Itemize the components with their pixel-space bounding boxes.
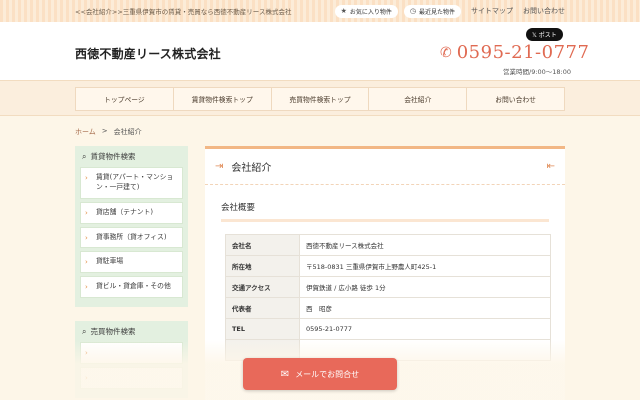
row-value: 伊賀鉄道 / 広小路 徒歩 1分 — [299, 276, 551, 298]
row-key: TEL — [225, 318, 300, 340]
page-heading: ⇥ 会社紹介 ⇤ — [205, 149, 565, 185]
business-hours: 営業時間/9:00～18:00 — [503, 68, 572, 76]
site-tagline: <<会社紹介>>三重県伊賀市の賃貸・売買なら西徳不動産リース株式会社 — [75, 8, 292, 16]
x-icon: 𝕏 — [532, 32, 539, 39]
nav-sale-search[interactable]: 売買物件検索トップ — [270, 87, 369, 111]
row-value: 西徳不動産リース株式会社 — [299, 234, 551, 256]
contact-link[interactable]: お問い合わせ — [523, 6, 565, 16]
favorites-button[interactable]: ★ お気に入り物件 — [334, 4, 398, 18]
table-row: TEL 0595-21-0777 — [225, 318, 551, 340]
top-links: ★ お気に入り物件 ◷ 最近見た物件 サイトマップ お問い合わせ — [334, 4, 565, 18]
heading-left-icon: ⇥ — [215, 161, 224, 172]
sidebar-item-rent-parking[interactable]: › 貸駐車場 — [80, 251, 183, 274]
nav-company[interactable]: 会社紹介 — [368, 87, 467, 111]
nav-top[interactable]: トップページ — [75, 87, 173, 111]
arrow-right-icon: › — [85, 233, 88, 242]
nav-contact[interactable]: お問い合わせ — [466, 87, 565, 111]
rent-search-box: ⌕ 賃貸物件検索 › 賃貸(アパート・マンション・一戸建て) › 貸店舗（テナント) … — [75, 146, 188, 308]
row-key: 会社名 — [225, 234, 300, 256]
table-row: 会社名 西徳不動産リース株式会社 — [225, 234, 551, 256]
star-icon: ★ — [340, 7, 347, 15]
sidebar-item-rent-residential[interactable]: › 賃貸(アパート・マンション・一戸建て) — [80, 167, 183, 199]
mail-contact-button[interactable]: ✉ メールでお問合せ — [243, 358, 397, 390]
clock-icon: ◷ — [409, 7, 416, 15]
company-logo[interactable]: 西徳不動産リース株式会社 — [75, 45, 221, 62]
arrow-right-icon: › — [85, 208, 88, 217]
breadcrumb: ホーム > 会社紹介 — [75, 127, 142, 137]
section-title: 会社概要 — [221, 201, 549, 222]
global-nav: トップページ 賃貸物件検索トップ 売買物件検索トップ 会社紹介 お問い合わせ — [0, 80, 640, 116]
arrow-right-icon: › — [85, 283, 88, 292]
row-value: 0595-21-0777 — [299, 318, 551, 340]
heading-right-icon: ⇤ — [546, 161, 555, 172]
row-key: 所在地 — [225, 255, 300, 277]
sidebar-item-rent-other[interactable]: › 貸ビル・貸倉庫・その他 — [80, 276, 183, 299]
table-row: 代表者西 昭彦 — [225, 297, 551, 319]
table-row: 所在地 〒518-0831 三重県伊賀市上野農人町425-1 — [225, 255, 551, 277]
row-value: 〒518-0831 三重県伊賀市上野農人町425-1 — [299, 255, 551, 277]
breadcrumb-separator: > — [101, 127, 108, 135]
row-key: 代表者 — [225, 297, 300, 319]
top-bar: <<会社紹介>>三重県伊賀市の賃貸・売買なら西徳不動産リース株式会社 ★ お気に入… — [0, 0, 640, 22]
nav-rent-search[interactable]: 賃貸物件検索トップ — [172, 87, 271, 111]
breadcrumb-home[interactable]: ホーム — [75, 127, 96, 137]
row-value: 西 昭彦 — [299, 297, 551, 319]
table-row: 交通アクセス 伊賀鉄道 / 広小路 徒歩 1分 — [225, 276, 551, 298]
rent-search-heading: ⌕ 賃貸物件検索 — [82, 151, 136, 162]
sidebar-item-rent-office[interactable]: › 貸事務所（貸オフィス) — [80, 226, 183, 249]
sitemap-link[interactable]: サイトマップ — [471, 6, 513, 16]
row-key: 交通アクセス — [225, 276, 300, 298]
arrow-right-icon: › — [85, 258, 88, 267]
breadcrumb-current: 会社紹介 — [113, 128, 142, 136]
phone-icon: ✆ — [440, 44, 452, 61]
sidebar-item-rent-shop[interactable]: › 貸店舗（テナント) — [80, 201, 183, 224]
mail-icon: ✉ — [280, 368, 290, 380]
recent-button[interactable]: ◷ 最近見た物件 — [403, 4, 461, 18]
search-icon: ⌕ — [82, 326, 87, 336]
x-post-button[interactable]: 𝕏 ポスト — [526, 28, 563, 41]
search-icon: ⌕ — [82, 151, 87, 161]
page-title: 会社紹介 — [231, 163, 272, 174]
arrow-right-icon: › — [85, 174, 88, 182]
phone-number[interactable]: ✆ 0595-21-0777 — [440, 42, 589, 63]
